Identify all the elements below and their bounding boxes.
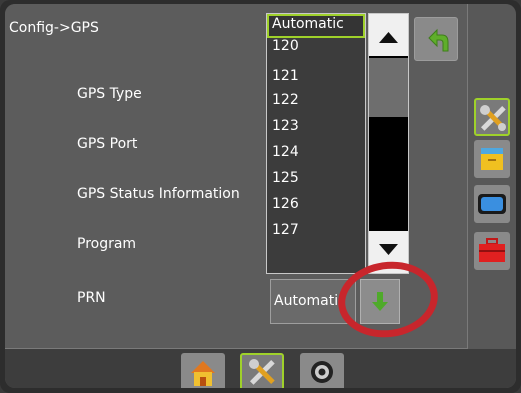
tools-tab-bottom-button[interactable] [240,353,284,388]
prn-dropdown-list[interactable]: Automatic 120 121 122 123 124 125 126 12… [266,13,366,274]
data-cabinet-icon [474,140,510,178]
dropdown-option[interactable]: 120 [267,38,365,62]
dropdown-scrollbar[interactable] [368,13,409,274]
home-icon [181,353,225,388]
dropdown-option[interactable]: 122 [267,92,365,116]
camera-button[interactable] [300,353,344,388]
gps-status-information-label[interactable]: GPS Status Information [77,186,240,202]
scroll-up-button[interactable] [369,14,408,56]
back-button[interactable] [414,17,458,61]
gps-type-label[interactable]: GPS Type [77,86,142,102]
dropdown-option[interactable]: 124 [267,144,365,168]
tools-kit-button[interactable] [474,232,510,270]
gps-port-label[interactable]: GPS Port [77,136,137,152]
console-display-icon [474,185,510,223]
console-setup-button[interactable] [474,185,510,223]
breadcrumb: Config->GPS [9,20,99,36]
program-label[interactable]: Program [77,236,136,252]
data-management-button[interactable] [474,140,510,178]
dropdown-option[interactable]: 123 [267,118,365,142]
dropdown-option[interactable]: 126 [267,196,365,220]
dropdown-option[interactable]: 127 [267,222,365,246]
dropdown-option[interactable]: 121 [267,68,365,92]
screen: Config->GPS GPS Type GPS Port GPS Status… [5,4,516,388]
tools-icon [476,100,508,136]
dropdown-option[interactable]: Automatic [267,14,365,38]
camera-icon [300,353,344,388]
toolbox-icon [474,232,510,270]
tools-tab-button[interactable] [474,98,510,136]
up-triangle-icon [369,14,408,56]
config-gps-panel: Config->GPS GPS Type GPS Port GPS Status… [5,4,468,349]
back-arrow-icon [415,18,457,62]
tools-icon [242,355,282,388]
scroll-thumb[interactable] [369,58,408,117]
prn-label: PRN [77,290,106,306]
home-button[interactable] [181,353,225,388]
dropdown-option[interactable]: 125 [267,170,365,194]
